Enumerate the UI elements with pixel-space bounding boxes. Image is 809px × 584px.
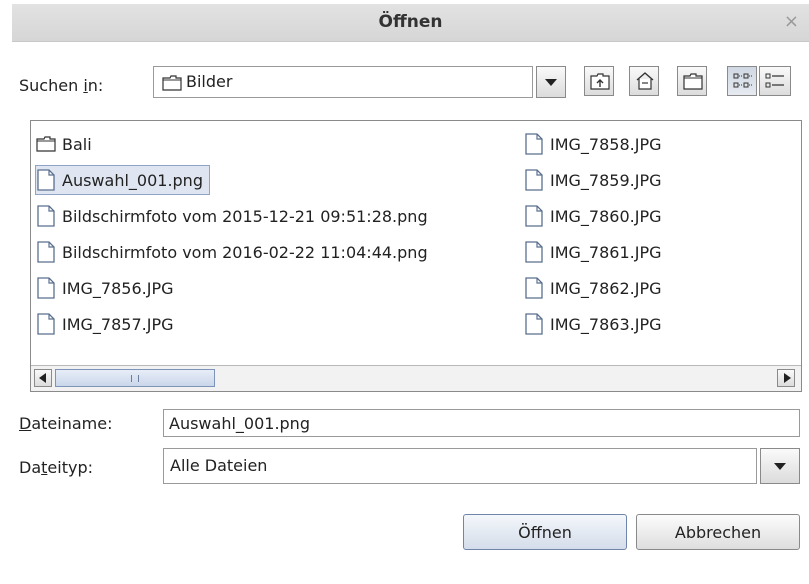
- scroll-right-button[interactable]: [777, 369, 795, 387]
- look-in-value: Bilder: [186, 72, 233, 91]
- look-in-label: Suchen in:: [19, 76, 103, 95]
- new-folder-button[interactable]: [677, 66, 707, 96]
- file-item[interactable]: IMG_7861.JPG: [524, 237, 662, 267]
- new-folder-icon: [683, 73, 703, 90]
- file-icon: [525, 313, 543, 335]
- file-icon: [525, 169, 543, 191]
- horizontal-scrollbar[interactable]: [31, 365, 801, 391]
- grip-icon: [131, 375, 139, 382]
- file-item[interactable]: IMG_7858.JPG: [524, 129, 662, 159]
- open-button[interactable]: Öffnen: [463, 514, 627, 550]
- look-in-combo[interactable]: Bilder: [153, 66, 533, 98]
- file-item-label: Bali: [62, 134, 92, 154]
- file-item-label: IMG_7857.JPG: [62, 314, 174, 334]
- filename-input[interactable]: [169, 413, 769, 433]
- file-icon: [525, 241, 543, 263]
- filetype-label-post: eityp:: [47, 458, 93, 477]
- list-view-icon: [733, 73, 752, 88]
- folder-icon: [162, 75, 182, 91]
- arrow-left-icon: [39, 373, 46, 383]
- file-icon: [37, 169, 55, 191]
- up-one-level-button[interactable]: [584, 66, 614, 96]
- file-list[interactable]: Bali Auswahl_001.png Bildschirmfoto vom 20…: [30, 120, 802, 392]
- scroll-left-button[interactable]: [34, 369, 52, 387]
- file-icon: [525, 133, 543, 155]
- look-in-label-pre: Suchen: [19, 76, 84, 95]
- file-item[interactable]: IMG_7857.JPG: [36, 309, 174, 339]
- chevron-down-icon: [774, 463, 786, 470]
- folder-item[interactable]: Bali: [36, 129, 92, 159]
- file-item-label: IMG_7863.JPG: [550, 314, 662, 334]
- close-icon[interactable]: ×: [784, 11, 799, 32]
- file-item-label: IMG_7862.JPG: [550, 278, 662, 298]
- file-item[interactable]: IMG_7856.JPG: [36, 273, 174, 303]
- filetype-value: Alle Dateien: [170, 456, 268, 475]
- filename-label-mnemonic: D: [19, 414, 32, 433]
- file-icon: [525, 277, 543, 299]
- filetype-label-pre: Da: [19, 458, 42, 477]
- filename-label-post: ateiname:: [31, 414, 113, 433]
- file-item[interactable]: IMG_7862.JPG: [524, 273, 662, 303]
- file-item-label: IMG_7858.JPG: [550, 134, 662, 154]
- file-item[interactable]: Bildschirmfoto vom 2015-12-21 09:51:28.p…: [36, 201, 428, 231]
- file-icon: [525, 205, 543, 227]
- file-item-label: IMG_7859.JPG: [550, 170, 662, 190]
- file-item-label: IMG_7860.JPG: [550, 206, 662, 226]
- file-item[interactable]: IMG_7860.JPG: [524, 201, 662, 231]
- home-button[interactable]: [629, 66, 659, 96]
- cancel-button[interactable]: Abbrechen: [636, 514, 800, 550]
- file-icon: [37, 313, 55, 335]
- look-in-dropdown-button[interactable]: [536, 66, 566, 98]
- folder-up-icon: [590, 73, 610, 90]
- details-view-button[interactable]: [759, 66, 791, 96]
- file-item-label: Bildschirmfoto vom 2016-02-22 11:04:44.p…: [62, 242, 428, 262]
- filetype-label: Dateityp:: [19, 458, 93, 477]
- file-item[interactable]: Auswahl_001.png: [35, 165, 210, 195]
- file-item[interactable]: IMG_7859.JPG: [524, 165, 662, 195]
- title-bar[interactable]: Öffnen ×: [12, 4, 809, 42]
- file-item-label: Auswahl_001.png: [62, 170, 203, 190]
- file-item-label: Bildschirmfoto vom 2015-12-21 09:51:28.p…: [62, 206, 428, 226]
- file-item-label: IMG_7861.JPG: [550, 242, 662, 262]
- file-item[interactable]: IMG_7863.JPG: [524, 309, 662, 339]
- filename-label: Dateiname:: [19, 414, 112, 433]
- file-icon: [37, 277, 55, 299]
- filetype-combo[interactable]: Alle Dateien: [163, 448, 757, 484]
- list-view-button[interactable]: [727, 66, 757, 96]
- file-item[interactable]: Bildschirmfoto vom 2016-02-22 11:04:44.p…: [36, 237, 428, 267]
- folder-icon: [36, 136, 56, 152]
- window-title: Öffnen: [378, 12, 443, 32]
- file-icon: [37, 205, 55, 227]
- scrollbar-thumb[interactable]: [55, 369, 215, 387]
- details-view-icon: [765, 73, 784, 88]
- filetype-dropdown-button[interactable]: [760, 448, 800, 484]
- arrow-right-icon: [784, 373, 791, 383]
- filename-field[interactable]: [163, 409, 800, 437]
- look-in-label-post: n:: [87, 76, 104, 95]
- file-icon: [37, 241, 55, 263]
- chevron-down-icon: [545, 79, 557, 86]
- home-icon: [636, 72, 654, 90]
- file-item-label: IMG_7856.JPG: [62, 278, 174, 298]
